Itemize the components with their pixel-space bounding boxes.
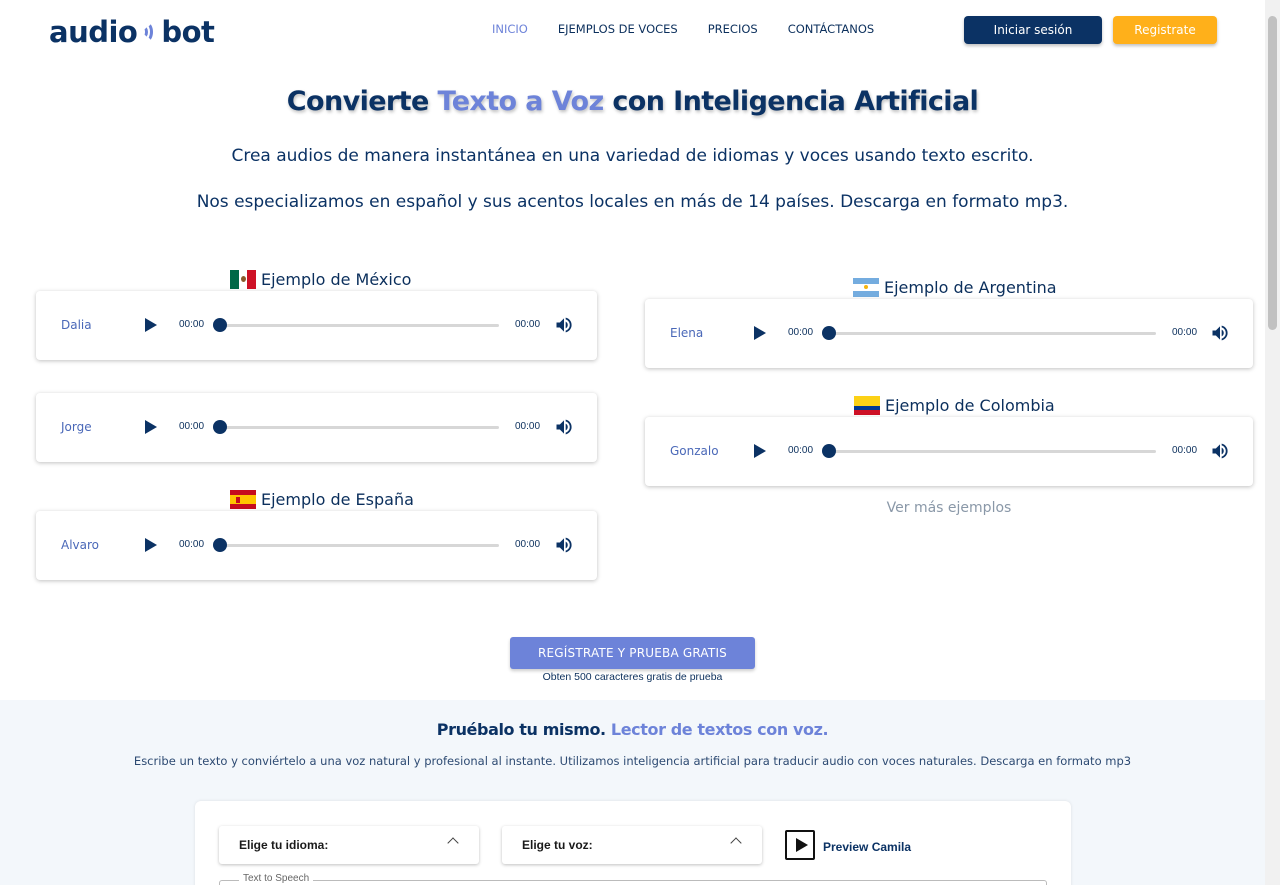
current-time: 00:00 xyxy=(788,327,814,338)
progress-knob[interactable] xyxy=(822,326,836,340)
voice-name: Jorge xyxy=(61,420,92,434)
play-icon[interactable] xyxy=(749,323,769,343)
voice-name: Gonzalo xyxy=(670,444,719,458)
play-icon[interactable] xyxy=(140,417,160,437)
free-characters-note: Obten 500 caracteres gratis de prueba xyxy=(542,671,723,683)
try-title-part1: Pruébalo tu mismo. xyxy=(436,720,611,739)
progress-knob[interactable] xyxy=(822,444,836,458)
duration-time: 00:00 xyxy=(1172,327,1198,338)
progress-slider[interactable] xyxy=(220,544,499,547)
signup-free-trial-button[interactable]: REGÍSTRATE Y PRUEBA GRATIS xyxy=(510,637,755,669)
text-to-speech-input[interactable] xyxy=(219,880,1047,885)
sound-wave-icon xyxy=(140,19,158,45)
tts-panel: Elige tu idioma: Elige tu voz: Preview C… xyxy=(195,801,1071,885)
voice-name: Alvaro xyxy=(61,538,100,552)
try-section-title: Pruébalo tu mismo. Lector de textos con … xyxy=(0,720,1265,739)
progress-slider[interactable] xyxy=(829,332,1156,335)
example-title-spain: Ejemplo de España xyxy=(230,490,414,509)
preview-play-button[interactable] xyxy=(785,830,815,860)
colombia-flag-icon xyxy=(854,396,880,415)
current-time: 00:00 xyxy=(179,539,205,550)
play-icon[interactable] xyxy=(749,441,769,461)
try-title-accent: Lector de textos con voz. xyxy=(610,720,829,739)
more-examples-link[interactable]: Ver más ejemplos xyxy=(645,500,1253,516)
example-title-spain-text: Ejemplo de España xyxy=(261,490,414,509)
login-button[interactable]: Iniciar sesión xyxy=(964,16,1102,44)
chevron-up-icon xyxy=(447,837,459,849)
title-part1: Convierte xyxy=(286,86,438,117)
title-accent: Texto a Voz xyxy=(437,86,604,117)
logo-text-bot: bot xyxy=(161,15,215,49)
play-icon[interactable] xyxy=(140,315,160,335)
nav-contactanos[interactable]: CONTÁCTANOS xyxy=(788,22,874,36)
argentina-flag-icon xyxy=(853,278,879,297)
logo-text-audio: audio xyxy=(49,15,138,49)
title-part2: con Inteligencia Artificial xyxy=(603,86,979,117)
example-title-colombia-text: Ejemplo de Colombia xyxy=(885,396,1055,415)
example-title-argentina-text: Ejemplo de Argentina xyxy=(884,278,1057,297)
main-nav: INICIO EJEMPLOS DE VOCES PRECIOS CONTÁCT… xyxy=(492,22,904,36)
volume-icon[interactable] xyxy=(554,535,574,555)
example-title-colombia: Ejemplo de Colombia xyxy=(854,396,1055,415)
current-time: 00:00 xyxy=(179,421,205,432)
mexico-flag-icon xyxy=(230,270,256,289)
scrollbar-thumb[interactable] xyxy=(1268,16,1277,330)
audio-player-alvaro: Alvaro 00:00 00:00 xyxy=(36,511,597,580)
example-title-argentina: Ejemplo de Argentina xyxy=(853,278,1057,297)
progress-slider[interactable] xyxy=(220,426,499,429)
top-header: audio bot INICIO EJEMPLOS DE VOCES PRECI… xyxy=(0,0,1265,60)
voice-select[interactable]: Elige tu voz: xyxy=(502,826,762,864)
volume-icon[interactable] xyxy=(554,417,574,437)
current-time: 00:00 xyxy=(179,319,205,330)
spain-flag-icon xyxy=(230,490,256,509)
progress-slider[interactable] xyxy=(829,450,1156,453)
example-title-mexico: Ejemplo de México xyxy=(230,270,411,289)
nav-inicio[interactable]: INICIO xyxy=(492,22,528,36)
hero-subtitle-2: Nos especializamos en español y sus acen… xyxy=(196,192,1069,212)
example-title-mexico-text: Ejemplo de México xyxy=(261,270,412,289)
register-button[interactable]: Registrate xyxy=(1113,16,1217,44)
hero-subtitle-1: Crea audios de manera instantánea en una… xyxy=(231,146,1034,166)
volume-icon[interactable] xyxy=(1210,441,1230,461)
voice-name: Elena xyxy=(670,326,704,340)
voice-name: Dalia xyxy=(61,318,92,332)
volume-icon[interactable] xyxy=(1210,323,1230,343)
duration-time: 00:00 xyxy=(515,319,541,330)
duration-time: 00:00 xyxy=(515,421,541,432)
voice-select-label: Elige tu voz: xyxy=(522,838,593,852)
play-icon[interactable] xyxy=(140,535,160,555)
chevron-up-icon xyxy=(730,837,742,849)
page-title: Convierte Texto a Voz con Inteligencia A… xyxy=(0,86,1265,117)
audio-player-elena: Elena 00:00 00:00 xyxy=(645,299,1253,368)
language-select[interactable]: Elige tu idioma: xyxy=(219,826,479,864)
try-it-section: Pruébalo tu mismo. Lector de textos con … xyxy=(0,700,1265,885)
audiobot-logo[interactable]: audio bot xyxy=(49,15,215,49)
nav-ejemplos-de-voces[interactable]: EJEMPLOS DE VOCES xyxy=(558,22,678,36)
preview-voice-label[interactable]: Preview Camila xyxy=(823,840,911,854)
duration-time: 00:00 xyxy=(1172,445,1198,456)
try-section-description: Escribe un texto y conviértelo a una voz… xyxy=(133,754,1132,768)
volume-icon[interactable] xyxy=(554,315,574,335)
text-to-speech-label: Text to Speech xyxy=(239,873,314,884)
audio-player-dalia: Dalia 00:00 00:00 xyxy=(36,291,597,360)
audio-player-gonzalo: Gonzalo 00:00 00:00 xyxy=(645,417,1253,486)
audio-player-jorge: Jorge 00:00 00:00 xyxy=(36,393,597,462)
nav-precios[interactable]: PRECIOS xyxy=(708,22,758,36)
language-select-label: Elige tu idioma: xyxy=(239,838,329,852)
progress-knob[interactable] xyxy=(213,420,227,434)
progress-knob[interactable] xyxy=(213,538,227,552)
current-time: 00:00 xyxy=(788,445,814,456)
progress-slider[interactable] xyxy=(220,324,499,327)
duration-time: 00:00 xyxy=(515,539,541,550)
progress-knob[interactable] xyxy=(213,318,227,332)
page-scrollbar[interactable] xyxy=(1265,0,1280,885)
